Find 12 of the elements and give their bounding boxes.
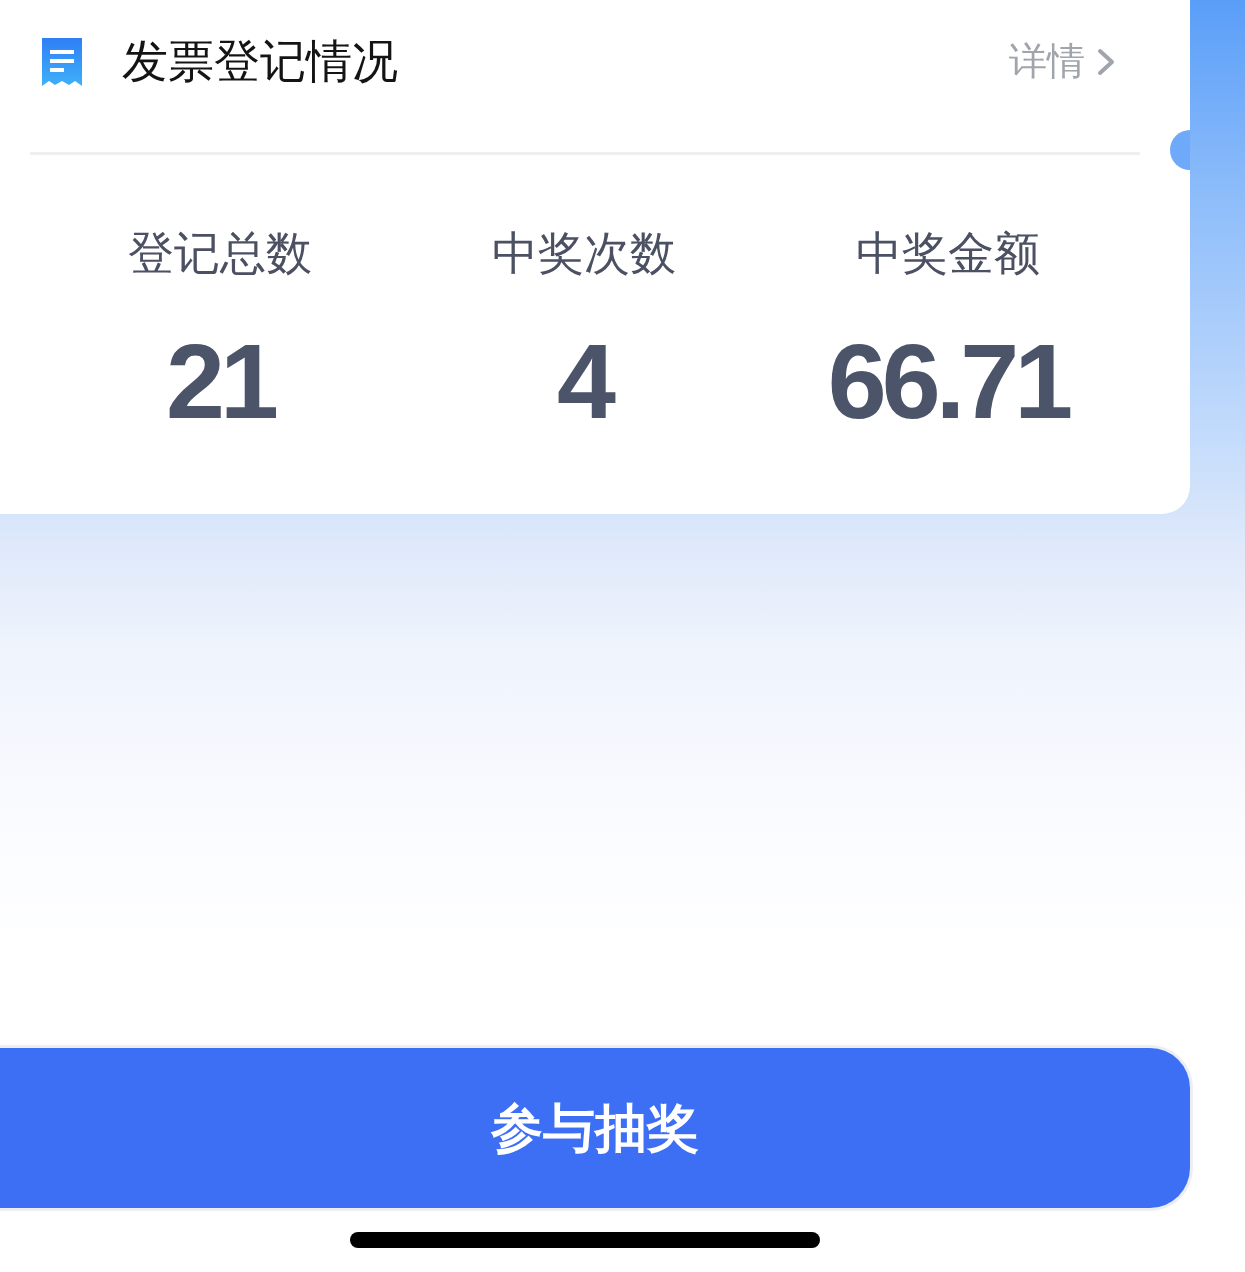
card-title: 发票登记情况 <box>122 34 398 90</box>
stat-label: 中奖金额 <box>856 226 1040 282</box>
stat-label: 登记总数 <box>128 226 312 282</box>
stat-value: 4 <box>557 328 611 435</box>
ticket-notch <box>1170 130 1190 170</box>
join-draw-button[interactable]: 参与抽奖 <box>0 1048 1190 1208</box>
invoice-icon <box>42 38 82 86</box>
stat-value: 21 <box>166 328 274 435</box>
stat-value: 66.71 <box>827 328 1069 435</box>
details-link[interactable]: 详情 <box>1009 39 1115 85</box>
chevron-right-icon <box>1097 48 1115 76</box>
stat-label: 中奖次数 <box>492 226 676 282</box>
